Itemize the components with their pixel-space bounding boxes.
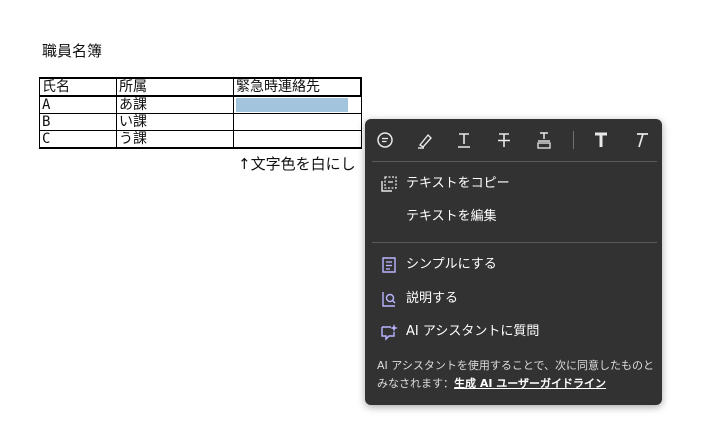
- cell-department: い課: [116, 113, 234, 131]
- bold-text-icon[interactable]: [590, 129, 612, 151]
- staff-table: 氏名 所属 緊急時連絡先 A あ課 B い課 C う課: [39, 77, 362, 149]
- text-selection-highlight[interactable]: [236, 98, 348, 112]
- menu-divider: [372, 161, 657, 162]
- cell-name: B: [39, 113, 117, 131]
- table-row: C う課: [39, 130, 362, 149]
- cell-emergency-contact-selected[interactable]: [233, 96, 362, 114]
- simplify-label: シンプルにする: [406, 257, 497, 272]
- context-menu: テキストをコピー テキストを編集 シンプルにする 説明する AI アシスタントに…: [365, 119, 662, 405]
- ai-guidelines-link[interactable]: 生成 AI ユーザーガイドライン: [454, 377, 606, 390]
- cell-emergency-contact: [233, 113, 362, 131]
- table-header-row: 氏名 所属 緊急時連絡先: [39, 77, 362, 97]
- document-note: ↑文字色を白にし: [238, 155, 356, 173]
- replace-text-icon[interactable]: [533, 129, 555, 151]
- ai-assistant-label: AI アシスタントに質問: [406, 324, 540, 339]
- cell-emergency-contact: [233, 130, 362, 149]
- simplify-menu-item[interactable]: シンプルにする: [365, 250, 662, 280]
- highlight-icon[interactable]: [414, 129, 436, 151]
- edit-text-label: テキストを編集: [406, 209, 497, 224]
- comment-icon[interactable]: [374, 129, 396, 151]
- underline-icon[interactable]: [453, 129, 475, 151]
- header-emergency-contact: 緊急時連絡先: [233, 77, 362, 97]
- copy-text-label: テキストをコピー: [406, 176, 510, 191]
- menu-divider: [372, 242, 657, 243]
- table-row: A あ課: [39, 96, 362, 114]
- header-name: 氏名: [39, 77, 117, 97]
- simplify-icon: [380, 256, 398, 274]
- markup-toolbar: [365, 119, 662, 161]
- cell-department: あ課: [116, 96, 234, 114]
- table-row: B い課: [39, 113, 362, 131]
- copy-text-icon: [380, 175, 398, 193]
- cell-name: C: [39, 130, 117, 149]
- explain-label: 説明する: [406, 291, 459, 306]
- copy-text-menu-item[interactable]: テキストをコピー: [365, 169, 662, 199]
- ai-disclaimer: AI アシスタントを使用することで、次に同意したものとみなされます：生成 AI …: [377, 357, 657, 393]
- header-department: 所属: [116, 77, 234, 97]
- ai-assistant-menu-item[interactable]: AI アシスタントに質問: [365, 317, 662, 347]
- document-title: 職員名簿: [42, 42, 103, 60]
- ai-assistant-icon: [380, 323, 398, 341]
- cell-department: う課: [116, 130, 234, 149]
- explain-menu-item[interactable]: 説明する: [365, 284, 662, 314]
- toolbar-separator: [573, 131, 574, 149]
- edit-text-menu-item[interactable]: テキストを編集: [365, 202, 662, 232]
- cell-name: A: [39, 96, 117, 114]
- italic-text-icon[interactable]: [630, 129, 652, 151]
- explain-icon: [380, 290, 398, 308]
- strikethrough-icon[interactable]: [493, 129, 515, 151]
